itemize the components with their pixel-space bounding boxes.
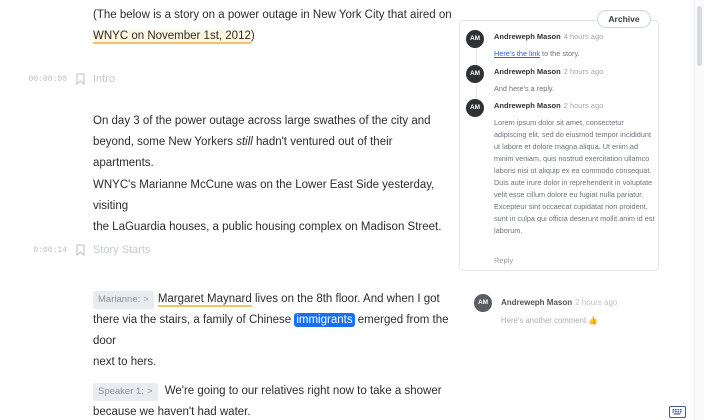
section-title[interactable]: Intro	[93, 73, 115, 85]
intro-line-2-row: WNYC on November 1st, 2012)	[93, 26, 455, 47]
paragraph-1-line-1: On day 3 of the power outage across larg…	[93, 115, 431, 127]
comment-author[interactable]: Andreweph Mason	[494, 101, 561, 110]
speaker-name: Marianne:	[98, 294, 141, 305]
comment-author[interactable]: Andreweph Mason	[501, 298, 572, 307]
comment-time: 2 hours ago	[563, 67, 604, 76]
avatar[interactable]: AM	[474, 294, 492, 312]
comment-time: 4 hours ago	[563, 32, 604, 41]
paragraph-2[interactable]: WNYC's Marianne McCune was on the Lower …	[93, 175, 455, 238]
bookmark-icon[interactable]	[76, 244, 85, 256]
reply-button[interactable]: Reply	[494, 256, 513, 265]
italic-text: still	[236, 136, 253, 148]
comment-body: Here's the link to the story.	[494, 48, 656, 60]
avatar[interactable]: AM	[466, 99, 484, 117]
bookmark-icon[interactable]	[76, 73, 85, 85]
paragraph-3[interactable]: Marianne: > Margaret Maynard lives on the …	[93, 289, 455, 373]
speaker-label[interactable]: Marianne: >	[93, 291, 154, 309]
paragraph-4-line-1: Speaker 1: > We're going to our relatives…	[93, 381, 455, 402]
avatar[interactable]: AM	[466, 30, 484, 48]
highlighted-text[interactable]: Margaret Maynard	[157, 293, 252, 307]
keyboard-icon[interactable]	[669, 406, 686, 418]
section-timestamp[interactable]: 00:00:00	[29, 75, 67, 84]
comment-header: Andreweph Mason 4 hours ago	[494, 32, 603, 41]
avatar[interactable]: AM	[466, 65, 484, 83]
chevron-right-icon: >	[143, 294, 149, 305]
comment-text: to the story.	[540, 49, 580, 58]
speaker-label[interactable]: Speaker 1: >	[93, 383, 158, 401]
comment-author[interactable]: Andreweph Mason	[494, 32, 561, 41]
archive-button[interactable]: Archive	[597, 10, 651, 28]
comment-link[interactable]: Here's the link	[494, 49, 540, 58]
paragraph-text: We're going to our relatives right now t…	[161, 385, 442, 397]
paragraph-3-line-1: Marianne: > Margaret Maynard lives on the …	[93, 289, 455, 310]
comment-time: 2 hours ago	[575, 298, 618, 307]
paragraph-3-line-2: there via the stairs, a family of Chines…	[93, 310, 455, 352]
comment-time: 2 hours ago	[563, 101, 604, 110]
comment-body: And here's a reply.	[494, 84, 555, 93]
paragraph-4-line-2: because we haven't had water.	[93, 406, 251, 418]
paragraph-2-line-1: WNYC's Marianne McCune was on the Lower …	[93, 179, 435, 212]
comment-body: Here's another comment 👍	[501, 316, 599, 325]
comment-header: Andreweph Mason 2 hours ago	[501, 298, 617, 307]
selected-word-highlight[interactable]: immigrants	[294, 313, 355, 327]
section-intro[interactable]: 00:00:00 Intro	[0, 69, 455, 89]
speaker-name: Speaker 1:	[98, 386, 144, 397]
paragraph-3-line-3: next to hers.	[93, 356, 157, 368]
comment-body: Lorem ipsum dolor sit amet, consectetur …	[494, 118, 655, 235]
comment-author[interactable]: Andreweph Mason	[494, 67, 561, 76]
paragraph-text: lives on the 8th floor. And when I got	[251, 293, 440, 305]
intro-line-1: (The below is a story on a power outage …	[93, 9, 452, 21]
section-story-starts[interactable]: 0:00:14 Story Starts	[0, 240, 455, 260]
scrollbar-thumb[interactable]	[697, 6, 702, 66]
section-timestamp[interactable]: 0:00:14	[33, 246, 67, 255]
paragraph-1[interactable]: On day 3 of the power outage across larg…	[93, 111, 455, 174]
comment-header: Andreweph Mason 2 hours ago	[494, 101, 603, 110]
paragraph-1-line-2: beyond, some New Yorkers still hadn't ve…	[93, 132, 455, 174]
transcript-pane: (The below is a story on a power outage …	[0, 0, 455, 420]
intro-paragraph[interactable]: (The below is a story on a power outage …	[93, 5, 455, 47]
highlighted-text[interactable]: WNYC on November 1st, 2012	[93, 30, 251, 44]
comment-header: Andreweph Mason 2 hours ago	[494, 67, 603, 76]
chevron-right-icon: >	[146, 386, 153, 397]
scrollbar[interactable]	[694, 0, 704, 420]
paragraph-text: there via the stairs, a family of Chines…	[93, 314, 295, 326]
paragraph-4[interactable]: Speaker 1: > We're going to our relatives…	[93, 381, 455, 420]
paragraph-2-line-2: the LaGuardia houses, a public housing c…	[93, 221, 442, 233]
paragraph-text: beyond, some New Yorkers	[93, 136, 237, 148]
intro-line-2-tail: )	[250, 30, 255, 42]
section-title[interactable]: Story Starts	[93, 244, 150, 256]
